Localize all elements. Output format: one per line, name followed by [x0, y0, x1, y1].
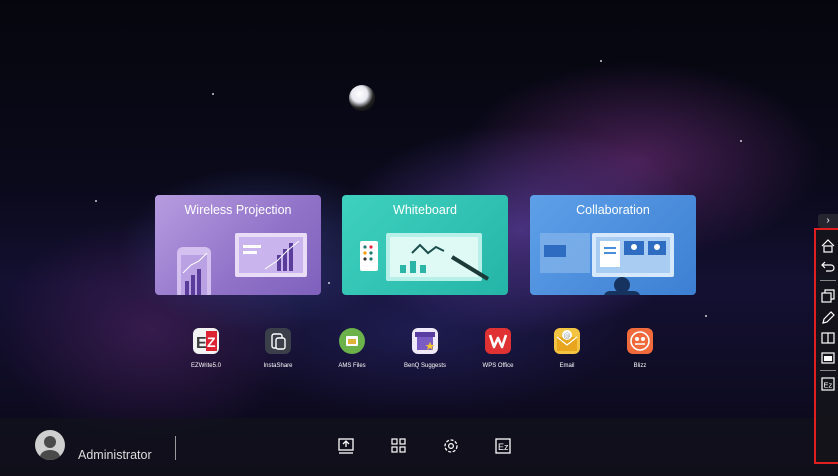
ezwrite-icon: Ez — [821, 377, 835, 391]
taskbar-divider — [175, 436, 176, 460]
app-label: EZWrite5.0 — [191, 363, 221, 369]
svg-text:@: @ — [564, 332, 571, 340]
svg-text:E: E — [196, 335, 207, 352]
input-source-icon — [338, 438, 354, 454]
app-label: Blizz — [633, 363, 647, 369]
svg-text:Z: Z — [207, 334, 216, 350]
settings-button[interactable] — [441, 436, 461, 456]
annotate-icon — [822, 311, 835, 324]
email-icon: @ — [554, 328, 580, 354]
app-label: WPS Office — [482, 363, 514, 369]
apps-grid-button[interactable] — [389, 436, 409, 456]
app-blizz[interactable]: Blizz — [610, 328, 670, 369]
app-label: BenQ Suggests — [403, 363, 447, 369]
app-ams-files[interactable]: AMS Files — [322, 328, 382, 369]
input-source-button[interactable] — [336, 436, 356, 456]
app-wps-office[interactable]: WPS Office — [468, 328, 528, 369]
user-avatar[interactable] — [35, 430, 65, 460]
wallpaper-star — [705, 315, 707, 317]
benq-suggests-icon — [412, 328, 438, 354]
split-screen-button[interactable] — [820, 330, 836, 346]
sidebar-separator — [820, 370, 836, 371]
annotate-button[interactable] — [820, 310, 836, 326]
ezwrite-icon: EZ — [193, 328, 219, 354]
back-button[interactable] — [820, 258, 836, 274]
wallpaper-star — [600, 60, 602, 62]
home-icon — [821, 239, 835, 253]
chevron-right-icon: › — [826, 215, 830, 226]
split-screen-icon — [821, 332, 835, 344]
app-instashare[interactable]: InstaShare — [248, 328, 308, 369]
wallpaper-star — [212, 93, 214, 95]
user-name: Administrator — [78, 448, 152, 462]
sidebar-separator — [820, 280, 836, 281]
multitask-button[interactable] — [820, 288, 836, 304]
back-icon — [821, 261, 835, 272]
ezwrite-icon: Ez — [495, 438, 511, 454]
app-label: AMS Files — [338, 363, 366, 369]
wps-office-icon — [485, 328, 511, 354]
blizz-icon — [627, 328, 653, 354]
sidebar-collapse-button[interactable]: › — [818, 214, 838, 228]
ams-files-icon — [339, 328, 365, 354]
whiteboard-icon — [360, 233, 490, 281]
collaboration-icon — [540, 233, 674, 295]
wallpaper-star — [740, 140, 742, 142]
sidebar-ezwrite-button[interactable]: Ez — [820, 376, 836, 392]
side-toolbar: Ez — [814, 228, 838, 464]
wallpaper-star — [95, 200, 97, 202]
screenshot-icon — [821, 352, 835, 364]
taskbar — [0, 418, 838, 476]
app-email[interactable]: @ Email — [537, 328, 597, 369]
whiteboard-card[interactable]: Whiteboard — [342, 195, 508, 295]
multitask-icon — [821, 289, 835, 303]
app-benq-suggests[interactable]: BenQ Suggests — [395, 328, 455, 369]
instashare-icon — [265, 328, 291, 354]
ezwrite-button[interactable]: Ez — [493, 436, 513, 456]
wireless-projection-card[interactable]: Wireless Projection — [155, 195, 321, 295]
svg-text:Ez: Ez — [824, 381, 833, 390]
app-ezwrite[interactable]: EZ EZWrite5.0 — [176, 328, 236, 369]
apps-grid-icon — [391, 438, 406, 453]
collaboration-card[interactable]: Collaboration — [530, 195, 696, 295]
wireless-projection-icon — [177, 233, 307, 295]
svg-text:Ez: Ez — [498, 442, 509, 452]
wallpaper-planet — [349, 85, 375, 111]
user-icon — [40, 436, 60, 460]
app-label: Email — [559, 363, 575, 369]
screenshot-button[interactable] — [820, 350, 836, 366]
app-label: InstaShare — [263, 363, 293, 369]
home-button[interactable] — [820, 238, 836, 254]
wallpaper-star — [328, 282, 330, 284]
settings-icon — [444, 439, 458, 453]
